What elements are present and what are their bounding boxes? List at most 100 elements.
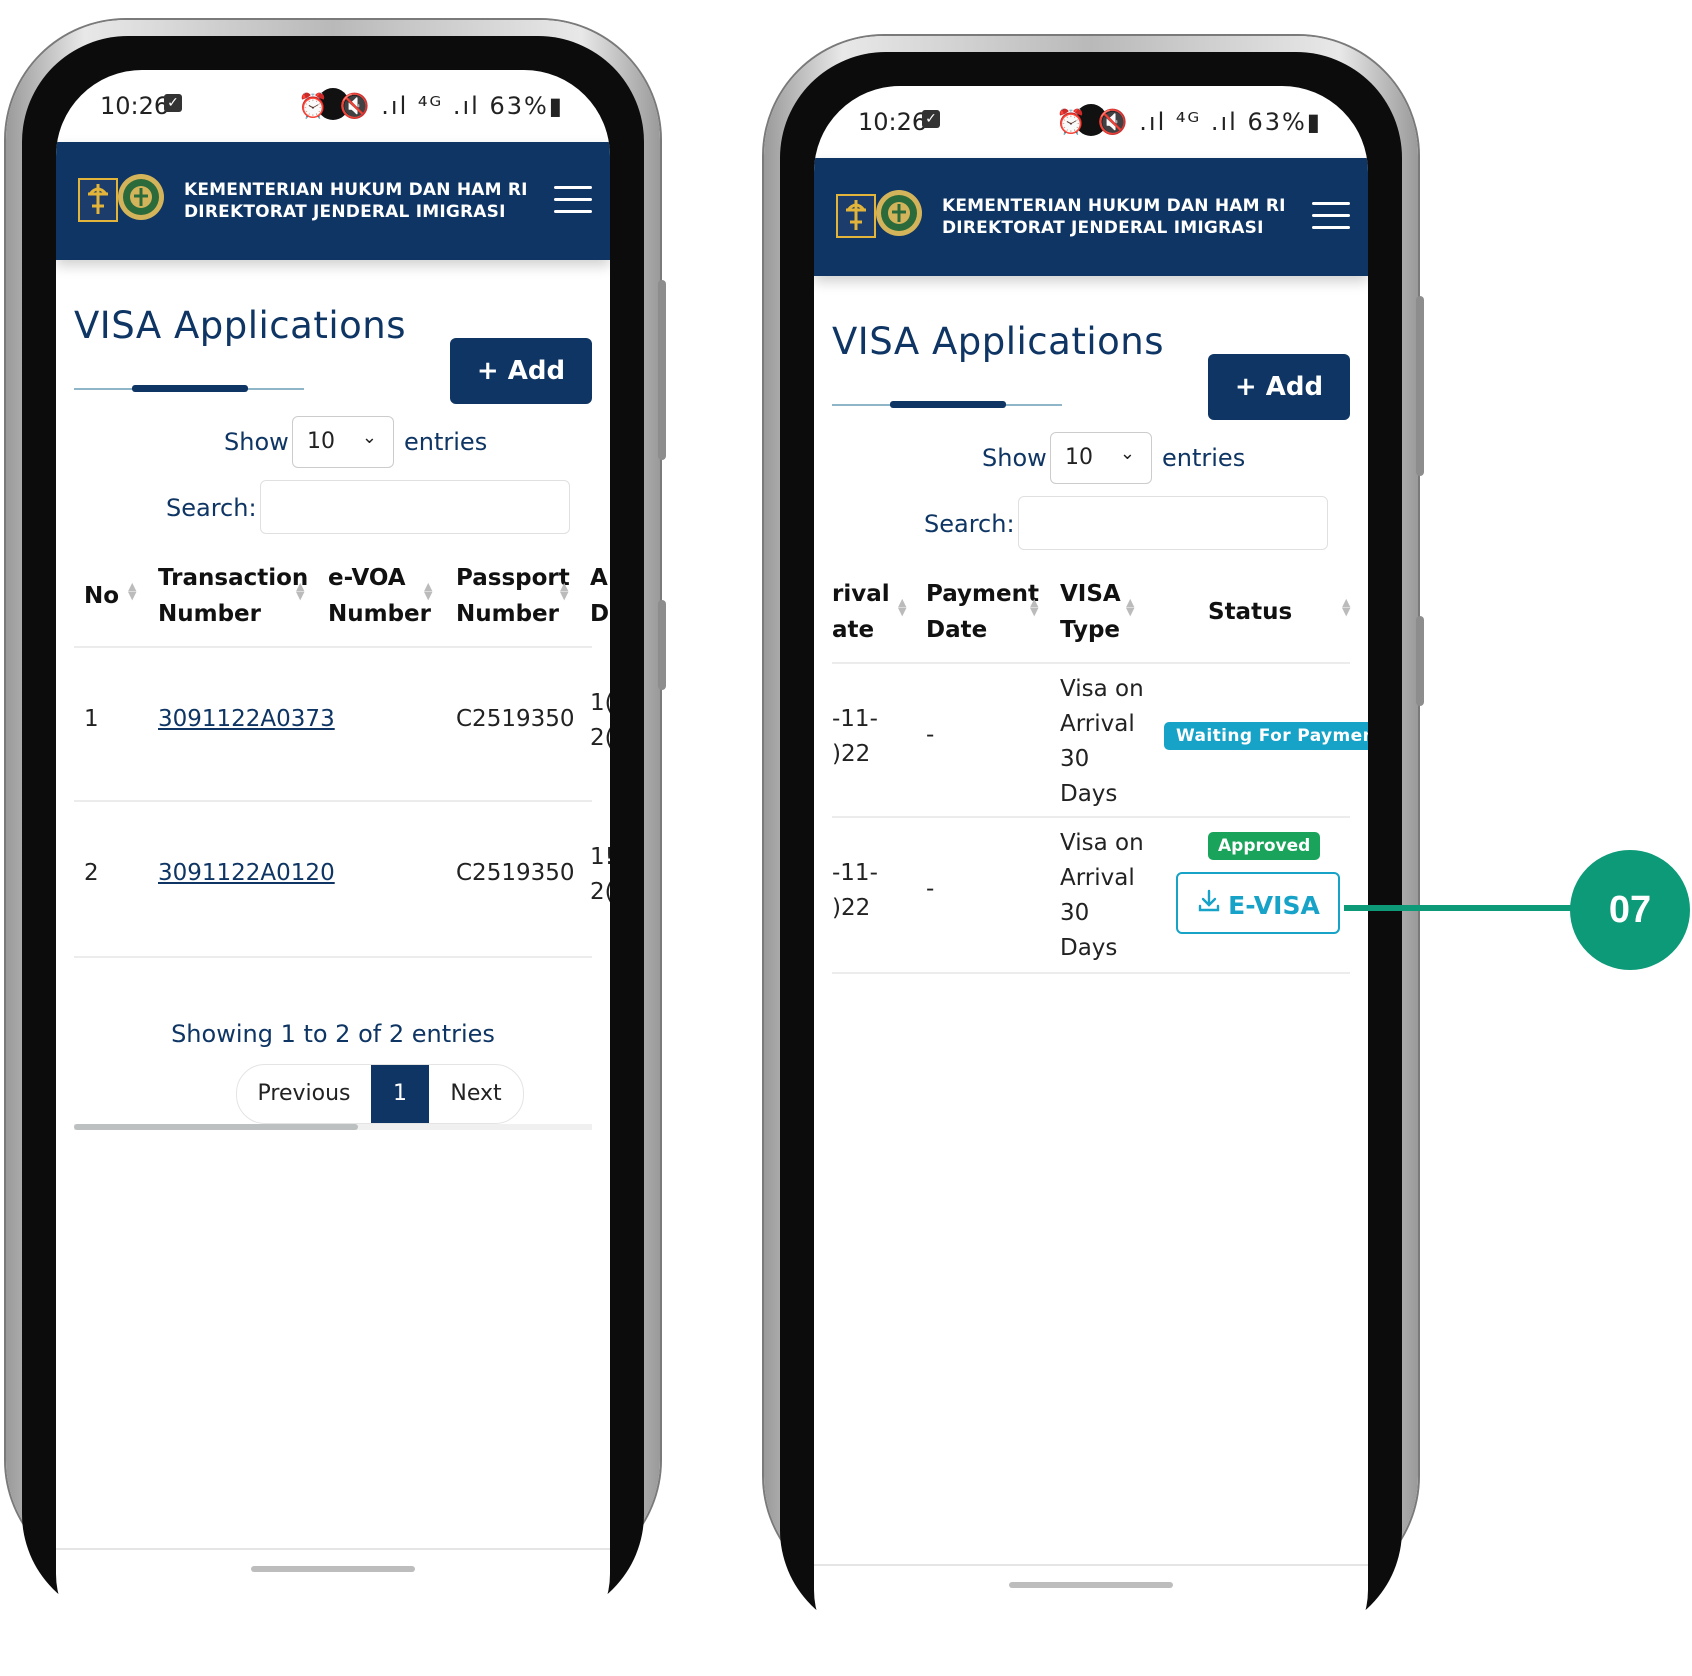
chevron-down-icon: ⌄ xyxy=(361,427,377,448)
col-header-transaction-l2: Number xyxy=(158,601,261,627)
col-header-arrival-l1: rival xyxy=(832,581,890,607)
nav-divider xyxy=(56,1548,610,1550)
org-line2: DIREKTORAT JENDERAL IMIGRASI xyxy=(942,218,1264,238)
show-entries: Show 10 ⌄ entries xyxy=(56,416,610,468)
status-bar: 10:26 ✓ ⏰ 🔇 .ıl ⁴ᴳ .ıl 63%▮ xyxy=(56,70,610,142)
cell-no: 1 xyxy=(84,706,99,732)
pagination-previous[interactable]: Previous xyxy=(237,1065,371,1123)
hamburger-menu-icon[interactable] xyxy=(1312,202,1350,230)
search-input[interactable] xyxy=(1018,496,1328,550)
cell-payment-date: - xyxy=(926,876,935,902)
entries-select[interactable]: 10 ⌄ xyxy=(292,416,394,468)
transaction-link[interactable]: 3091122A0120 xyxy=(158,856,335,891)
add-button[interactable]: + Add xyxy=(1208,354,1350,420)
header-divider xyxy=(74,646,592,648)
cell-arrival-l2: )22 xyxy=(832,895,871,921)
col-header-visa-type[interactable]: VISA Type xyxy=(1060,576,1121,648)
col-header-status[interactable]: Status xyxy=(1208,594,1292,630)
immigration-emblem-icon xyxy=(118,174,164,220)
volume-button xyxy=(1416,296,1424,476)
scrollbar-thumb[interactable] xyxy=(74,1124,358,1130)
col-header-evoa-l1: e-VOA xyxy=(328,565,406,591)
add-button[interactable]: + Add xyxy=(450,338,592,404)
col-header-payment-l2: Date xyxy=(926,617,988,643)
search-input[interactable] xyxy=(260,480,570,534)
col-header-transaction-l1: Transaction xyxy=(158,565,309,591)
sort-icon: ▲ ▼ xyxy=(1126,596,1135,618)
notification-check-icon: ✓ xyxy=(922,110,940,128)
col-header-arrival-l2: ate xyxy=(832,617,875,643)
sort-icon: ▲ ▼ xyxy=(1030,596,1039,618)
org-line1: KEMENTERIAN HUKUM DAN HAM RI xyxy=(942,196,1286,216)
status-bar: 10:26 ✓ ⏰ 🔇 .ıl ⁴ᴳ .ıl 63%▮ xyxy=(814,86,1368,158)
phone-bezel: 10:26 ✓ ⏰ 🔇 .ıl ⁴ᴳ .ıl 63%▮ KEMENTERIAN … xyxy=(22,36,644,1660)
status-icons: ⏰ 🔇 .ıl ⁴ᴳ .ıl 63%▮ xyxy=(298,92,564,120)
col-header-transaction[interactable]: Transaction Number xyxy=(158,560,308,632)
cell-visa-type: Visa on Arrival 30 Days xyxy=(1060,826,1144,966)
page-content: VISA Applications + Add Show 10 ⌄ entrie… xyxy=(814,276,1368,1676)
download-icon xyxy=(1196,875,1222,937)
col-header-status-l1: Status xyxy=(1208,599,1293,625)
table-info: Showing 1 to 2 of 2 entries xyxy=(171,1020,495,1048)
cell-passport: C2519350 xyxy=(456,860,575,886)
header-divider xyxy=(832,662,1350,664)
ministry-logo-icon xyxy=(78,178,118,222)
col-header-evoa[interactable]: e-VOA Number xyxy=(328,560,431,632)
pagination-next[interactable]: Next xyxy=(429,1065,523,1123)
cell-arrival-l2: )22 xyxy=(832,741,871,767)
cell-no: 2 xyxy=(84,860,99,886)
col-header-visa-l1: VISA xyxy=(1060,581,1121,607)
col-header-passport-l2: Number xyxy=(456,601,559,627)
row-divider xyxy=(832,816,1350,818)
horizontal-scrollbar[interactable] xyxy=(74,1124,592,1130)
status-icons: ⏰ 🔇 .ıl ⁴ᴳ .ıl 63%▮ xyxy=(1056,108,1322,136)
col-header-no[interactable]: No xyxy=(84,578,119,614)
ministry-logo-icon xyxy=(836,194,876,238)
cell-arrival-l1: 1! xyxy=(590,844,610,870)
show-label: Show xyxy=(982,444,1047,472)
cell-visa-l3: 30 xyxy=(1060,746,1090,772)
sort-icon: ▲ ▼ xyxy=(560,580,569,602)
entries-label: entries xyxy=(404,428,488,456)
screen-left: 10:26 ✓ ⏰ 🔇 .ıl ⁴ᴳ .ıl 63%▮ KEMENTERIAN … xyxy=(56,70,610,1660)
phone-right: 10:26 ✓ ⏰ 🔇 .ıl ⁴ᴳ .ıl 63%▮ KEMENTERIAN … xyxy=(764,36,1424,1676)
org-line2: DIREKTORAT JENDERAL IMIGRASI xyxy=(184,202,506,222)
search-label: Search: xyxy=(924,510,1015,538)
entries-select-value: 10 xyxy=(1065,445,1093,470)
col-header-payment-date[interactable]: Payment Date xyxy=(926,576,1039,648)
pagination-page-1[interactable]: 1 xyxy=(371,1065,429,1123)
home-indicator[interactable] xyxy=(1009,1582,1173,1588)
home-indicator[interactable] xyxy=(251,1566,415,1572)
cell-visa-l4: Days xyxy=(1060,781,1118,807)
show-entries: Show 10 ⌄ entries xyxy=(814,432,1368,484)
cell-arrival-l2: 2( xyxy=(590,725,610,751)
col-header-evoa-l2: Number xyxy=(328,601,431,627)
title-divider-accent xyxy=(890,401,1006,408)
cell-visa-l4: Days xyxy=(1060,935,1118,961)
cell-visa-l2: Arrival xyxy=(1060,865,1135,891)
search-row: Search: xyxy=(56,480,610,536)
notification-check-icon: ✓ xyxy=(164,94,182,112)
sort-icon: ▲ ▼ xyxy=(128,580,137,602)
cell-arrival: 1( 2( xyxy=(590,686,610,756)
immigration-emblem-icon xyxy=(876,190,922,236)
col-header-arrival[interactable]: rival ate xyxy=(832,576,890,648)
callout-badge: 07 xyxy=(1570,850,1690,970)
cell-visa-l1: Visa on xyxy=(1060,676,1144,702)
screen-right: 10:26 ✓ ⏰ 🔇 .ıl ⁴ᴳ .ıl 63%▮ KEMENTERIAN … xyxy=(814,86,1368,1676)
volume-button xyxy=(658,280,666,460)
col-header-passport-l1: Passport xyxy=(456,565,570,591)
phone-left: 10:26 ✓ ⏰ 🔇 .ıl ⁴ᴳ .ıl 63%▮ KEMENTERIAN … xyxy=(6,20,666,1660)
col-header-passport[interactable]: Passport Number xyxy=(456,560,570,632)
entries-select[interactable]: 10 ⌄ xyxy=(1050,432,1152,484)
col-header-arrival-l1: A xyxy=(590,565,608,591)
hamburger-menu-icon[interactable] xyxy=(554,186,592,214)
entries-select-value: 10 xyxy=(307,429,335,454)
evisa-download-button[interactable]: E-VISA xyxy=(1176,872,1340,934)
search-row: Search: xyxy=(814,496,1368,552)
cell-visa-l3: 30 xyxy=(1060,900,1090,926)
col-header-arrival[interactable]: A D xyxy=(590,560,609,632)
power-button xyxy=(658,600,666,690)
sort-icon: ▲ ▼ xyxy=(898,596,907,618)
transaction-link[interactable]: 3091122A0373 xyxy=(158,702,335,737)
